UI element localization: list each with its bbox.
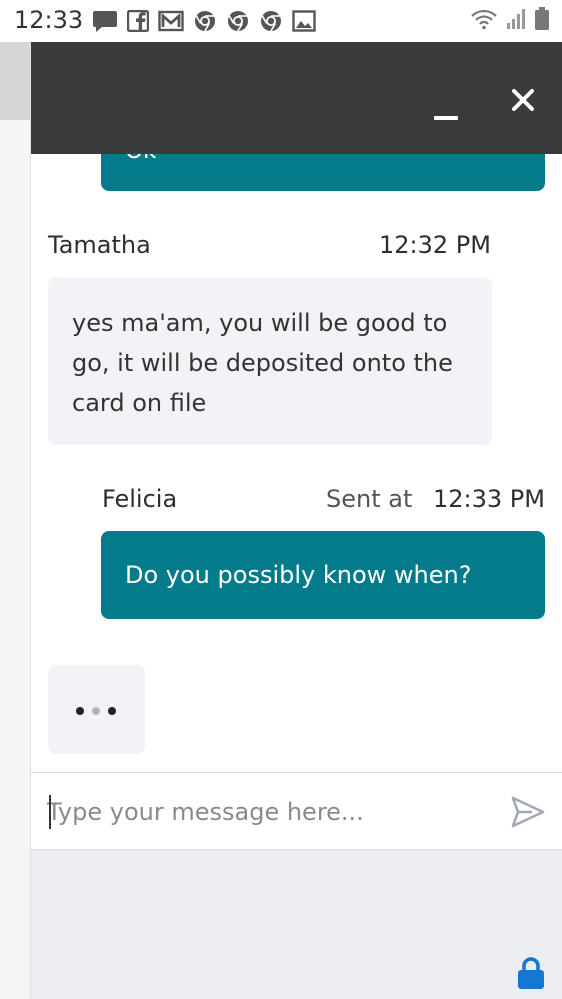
background-page bbox=[0, 42, 30, 999]
send-button[interactable] bbox=[509, 793, 547, 831]
facebook-icon bbox=[127, 10, 149, 32]
text-cursor bbox=[49, 795, 51, 829]
close-button[interactable] bbox=[501, 78, 545, 122]
background-page-header bbox=[0, 42, 30, 120]
chrome-icon bbox=[226, 9, 250, 33]
message-bubble-incoming: yes ma'am, you will be good to go, it wi… bbox=[48, 277, 492, 445]
typing-dot bbox=[108, 707, 116, 715]
message-input[interactable] bbox=[47, 789, 497, 835]
chat-window: Ok Tamatha 12:32 PM yes ma'am, you will … bbox=[30, 42, 562, 999]
minimize-button[interactable] bbox=[427, 100, 467, 140]
message-list[interactable]: Ok Tamatha 12:32 PM yes ma'am, you will … bbox=[31, 154, 562, 772]
send-icon bbox=[511, 796, 545, 828]
minimize-icon bbox=[434, 116, 458, 120]
chrome-icon bbox=[193, 9, 217, 33]
sender-name: Tamatha bbox=[48, 231, 151, 259]
typing-dot bbox=[76, 707, 84, 715]
status-time: 12:33 bbox=[14, 6, 84, 34]
battery-icon bbox=[534, 7, 550, 35]
notification-icons bbox=[92, 8, 316, 34]
system-icons bbox=[470, 7, 550, 35]
gallery-icon bbox=[292, 10, 316, 32]
chat-footer bbox=[31, 850, 562, 999]
message-text: Ok bbox=[125, 154, 156, 164]
typing-indicator bbox=[48, 665, 145, 754]
wifi-icon bbox=[470, 8, 498, 34]
message-composer bbox=[31, 772, 562, 850]
gmail-icon bbox=[158, 10, 184, 32]
typing-dot bbox=[92, 707, 100, 715]
lock-icon bbox=[518, 957, 544, 989]
message-text: Do you possibly know when? bbox=[125, 561, 472, 589]
sender-name: Felicia bbox=[102, 485, 178, 513]
signal-icon bbox=[506, 8, 526, 34]
message-bubble-outgoing: Do you possibly know when? bbox=[101, 531, 545, 619]
message-bubble-outgoing: Ok bbox=[101, 154, 545, 191]
message-time: 12:33 PM bbox=[433, 485, 545, 513]
chrome-icon bbox=[259, 9, 283, 33]
message-text: yes ma'am, you will be good to go, it wi… bbox=[72, 309, 453, 417]
close-icon bbox=[512, 89, 534, 111]
message-time: 12:32 PM bbox=[379, 231, 491, 259]
message-icon bbox=[92, 9, 118, 33]
chat-header bbox=[31, 42, 562, 154]
status-bar: 12:33 bbox=[0, 0, 562, 42]
